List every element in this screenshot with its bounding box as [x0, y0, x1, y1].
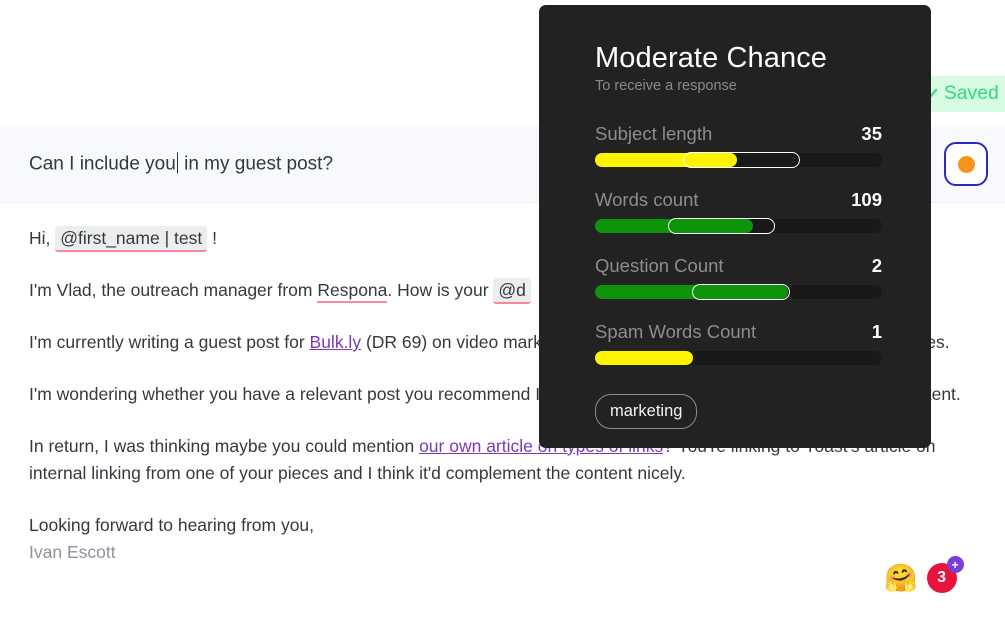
- greeting-prefix: Hi,: [29, 228, 56, 248]
- metric-progress-fill: [595, 350, 694, 365]
- metric-question-count: Question Count 2: [595, 255, 882, 300]
- notification-count-badge[interactable]: 3 +: [926, 556, 964, 593]
- panel-title: Moderate Chance: [595, 42, 828, 74]
- metric-label: Spam Words Count: [595, 320, 757, 342]
- text-caret: [176, 152, 178, 174]
- metric-value: 109: [851, 188, 882, 210]
- metric-spam-words-count: Spam Words Count 1: [595, 321, 882, 365]
- metric-progress-bar: [595, 350, 882, 365]
- metric-value: 35: [861, 122, 882, 144]
- accent-action-button[interactable]: [944, 142, 988, 186]
- panel-subtitle: To receive a response: [595, 77, 737, 94]
- metrics-list: Subject length 35 Words count 109 Questi…: [595, 123, 882, 365]
- metric-progress-fill: [595, 152, 738, 167]
- metric-label: Question Count: [595, 254, 724, 276]
- intro-text-part2: . How is your: [387, 280, 494, 300]
- intro-text-part1: I'm Vlad, the outreach manager from: [29, 280, 318, 300]
- merge-tag-truncated[interactable]: @d: [493, 278, 531, 304]
- greeting-suffix: !: [207, 228, 217, 248]
- metric-words-count: Words count 109: [595, 189, 882, 234]
- hugging-face-emoji[interactable]: 🤗: [884, 564, 918, 592]
- metric-subject-length: Subject length 35: [595, 123, 882, 168]
- metric-progress-fill: [595, 284, 789, 299]
- metric-value: 2: [871, 254, 882, 276]
- tag-chip-marketing[interactable]: marketing: [595, 393, 698, 429]
- body-paragraph-closing: Looking forward to hearing from you,: [29, 515, 315, 535]
- metric-header: Spam Words Count 1: [595, 321, 882, 343]
- body-signature-name: Ivan Escott: [29, 542, 116, 562]
- in-return-text-part1: In return, I was thinking maybe you coul…: [29, 436, 420, 456]
- saved-label: Saved: [944, 83, 999, 104]
- subject-input[interactable]: Can I include you in my guest post?: [29, 152, 334, 176]
- metric-header: Question Count 2: [595, 255, 882, 277]
- orange-dot-icon: [957, 155, 975, 173]
- plus-badge-icon: +: [946, 556, 964, 573]
- notification-count-label: 3: [937, 569, 947, 586]
- link-bulkly[interactable]: Bulk.ly: [310, 332, 362, 352]
- metric-progress-fill: [595, 218, 753, 233]
- misspelled-word-respona: Respona: [317, 280, 388, 303]
- metric-label: Subject length: [595, 122, 713, 144]
- subject-text-after-caret: in my guest post?: [178, 153, 334, 175]
- metric-progress-bar: [595, 217, 882, 234]
- metric-value: 1: [871, 320, 882, 342]
- metric-label: Words count: [595, 188, 699, 210]
- floating-widget-group: 🤗 3 +: [884, 556, 964, 593]
- metric-header: Words count 109: [595, 189, 882, 211]
- metric-progress-bar: [595, 151, 882, 168]
- guest-post-text-part1: I'm currently writing a guest post for: [29, 332, 310, 352]
- subject-text-before-caret: Can I include you: [29, 153, 176, 175]
- metric-header: Subject length 35: [595, 123, 882, 145]
- merge-tag-first-name[interactable]: @first_name | test: [55, 226, 208, 252]
- response-chance-panel: Moderate Chance To receive a response Su…: [539, 5, 931, 448]
- metric-progress-bar: [595, 283, 882, 300]
